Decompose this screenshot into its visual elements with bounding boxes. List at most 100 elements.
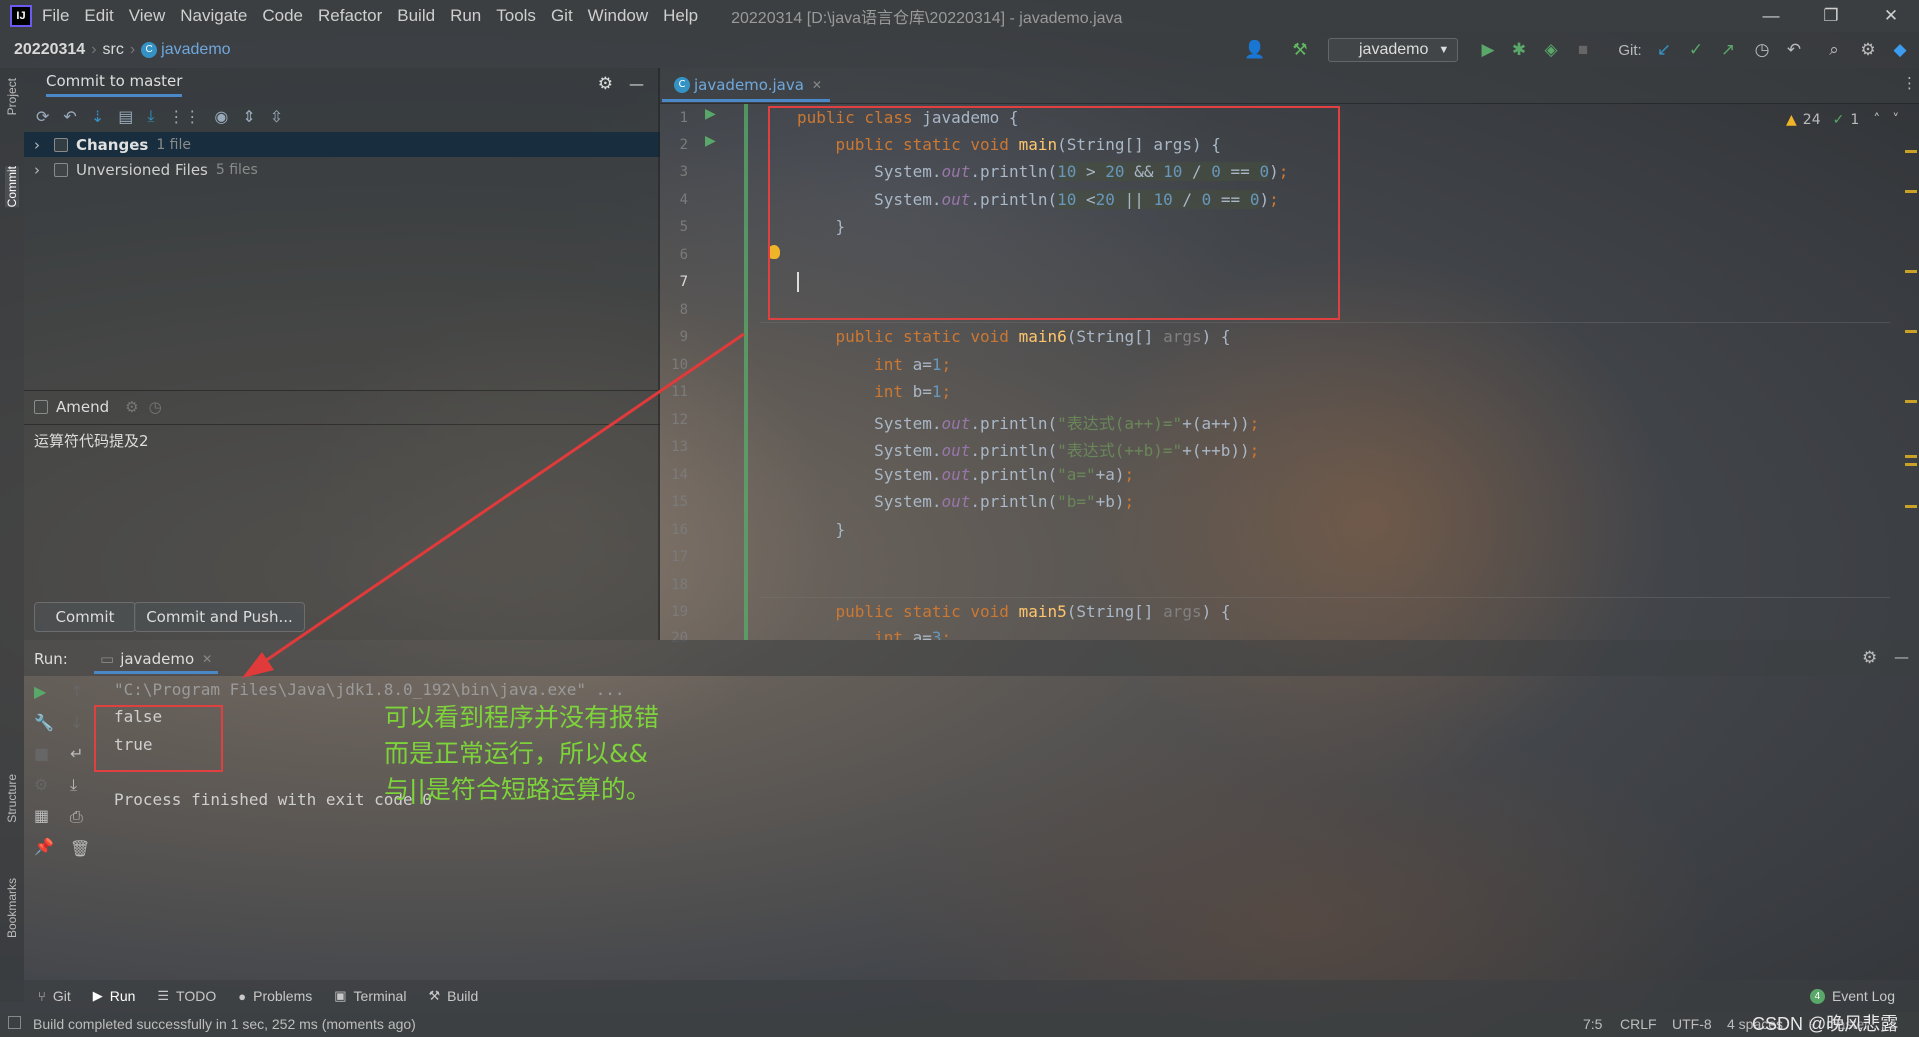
layout-icon[interactable]: ▦: [34, 806, 54, 825]
collapse-all-icon[interactable]: ⇳: [270, 107, 283, 126]
changes-checkbox[interactable]: [54, 137, 68, 152]
commit-and-push-button[interactable]: Commit and Push...: [134, 602, 305, 632]
history-icon[interactable]: ◷: [1750, 38, 1774, 62]
stop-icon[interactable]: ■: [1570, 38, 1596, 62]
expand-all-icon[interactable]: ⇕: [242, 107, 255, 126]
gear-icon[interactable]: ⚙: [598, 74, 613, 94]
unversioned-checkbox[interactable]: [54, 162, 68, 177]
restore-layout-icon[interactable]: ⚙: [34, 775, 54, 794]
commit-tool-tab[interactable]: Commit: [5, 166, 19, 208]
menu-edit[interactable]: Edit: [84, 6, 113, 26]
more-tabs-icon[interactable]: ⋮: [1902, 74, 1917, 92]
close-tab-icon[interactable]: ✕: [202, 652, 212, 666]
changes-node[interactable]: › Changes 1 file: [24, 132, 660, 157]
search-icon[interactable]: ⌕: [1822, 38, 1846, 62]
down-arrow-icon[interactable]: ↓: [70, 713, 90, 732]
coverage-icon[interactable]: ◈: [1538, 38, 1564, 62]
shelve-icon[interactable]: ⤓: [147, 106, 154, 126]
pin-icon[interactable]: 📌: [34, 837, 54, 856]
rollback-icon[interactable]: ↶: [63, 107, 76, 126]
run-tool-button[interactable]: ▶ Run: [93, 988, 136, 1004]
git-commit-icon[interactable]: ✓: [1684, 38, 1708, 62]
gear-icon[interactable]: ⚙: [1862, 648, 1877, 668]
menu-run[interactable]: Run: [450, 6, 481, 26]
event-log-button[interactable]: 4 Event Log: [1809, 988, 1895, 1004]
chevron-right-icon[interactable]: ›: [34, 136, 40, 154]
refresh-icon[interactable]: ⟳: [36, 107, 49, 126]
menu-git[interactable]: Git: [551, 6, 573, 26]
debug-icon[interactable]: ✱: [1506, 38, 1532, 62]
user-icon[interactable]: 👤: [1238, 38, 1272, 62]
code-line[interactable]: public static void main5(String[] args) …: [797, 602, 1231, 621]
unversioned-files-node[interactable]: › Unversioned Files 5 files: [24, 157, 660, 182]
run-config-select[interactable]: javademo ▼: [1328, 38, 1458, 62]
amend-label[interactable]: Amend: [56, 398, 109, 416]
menu-code[interactable]: Code: [262, 6, 303, 26]
run-gutter-icon[interactable]: ▶: [705, 106, 716, 122]
code-line[interactable]: public static void main6(String[] args) …: [797, 327, 1231, 346]
gear-icon[interactable]: ⚙: [125, 398, 138, 416]
view-options-icon[interactable]: ◉: [214, 107, 228, 126]
panel-toggle-icon[interactable]: [8, 1016, 21, 1029]
editor-tab-javademo[interactable]: C javademo.java ✕: [662, 70, 830, 102]
close-tab-icon[interactable]: ✕: [812, 78, 822, 92]
print-icon[interactable]: ⎙: [70, 807, 90, 827]
update-icon[interactable]: ⇣: [91, 107, 104, 126]
stop-icon[interactable]: ■: [34, 744, 54, 763]
code-line[interactable]: int a=3;: [797, 628, 951, 640]
breadcrumb-folder[interactable]: src: [103, 41, 124, 59]
menu-build[interactable]: Build: [397, 6, 435, 26]
code-line[interactable]: System.out.println("表达式(++b)="+(++b));: [797, 437, 1259, 461]
caret-position[interactable]: 7:5: [1583, 1016, 1602, 1032]
wrench-icon[interactable]: 🔧: [34, 713, 54, 732]
breadcrumb-project[interactable]: 20220314: [14, 41, 85, 59]
code-line[interactable]: System.out.println("a="+a);: [797, 465, 1134, 484]
previous-highlight-icon[interactable]: ˄: [1873, 112, 1880, 128]
commit-button[interactable]: Commit: [34, 602, 136, 632]
minimize-icon[interactable]: —: [1748, 0, 1794, 32]
commit-to-master-tab[interactable]: Commit to master: [46, 72, 183, 97]
build-tool-button[interactable]: ⚒ Build: [428, 988, 478, 1004]
problems-tool-button[interactable]: ● Problems: [238, 988, 312, 1004]
restore-icon[interactable]: ❐: [1808, 0, 1854, 32]
file-encoding[interactable]: UTF-8: [1672, 1016, 1712, 1032]
menu-tools[interactable]: Tools: [496, 6, 536, 26]
diff-icon[interactable]: ▤: [118, 107, 133, 126]
up-arrow-icon[interactable]: ↑: [70, 682, 90, 701]
bookmarks-tool-tab[interactable]: Bookmarks: [5, 878, 19, 938]
menu-file[interactable]: File: [42, 6, 69, 26]
next-highlight-icon[interactable]: ˅: [1892, 112, 1899, 128]
build-hammer-icon[interactable]: ⚒: [1286, 38, 1314, 62]
rerun-icon[interactable]: ▶: [34, 682, 54, 701]
run-tab-javademo[interactable]: ▭ javademo ✕: [94, 646, 219, 674]
line-separator[interactable]: CRLF: [1620, 1016, 1657, 1032]
commit-message-input[interactable]: 运算符代码提及2: [34, 430, 149, 451]
scroll-to-end-icon[interactable]: ⤓: [70, 775, 90, 795]
soft-wrap-icon[interactable]: ↵: [70, 744, 90, 763]
code-line[interactable]: System.out.println("b="+b);: [797, 492, 1134, 511]
group-by-icon[interactable]: ⋮⋮: [168, 107, 200, 126]
hide-panel-icon[interactable]: —: [629, 75, 644, 93]
run-gutter-icon[interactable]: ▶: [705, 133, 716, 149]
structure-tool-tab[interactable]: Structure: [5, 774, 19, 823]
menu-navigate[interactable]: Navigate: [180, 6, 247, 26]
trash-icon[interactable]: 🗑: [70, 839, 90, 858]
inspection-widget[interactable]: ▲ 24 ✓ 1 ˄ ˅: [1786, 112, 1899, 128]
close-icon[interactable]: ✕: [1868, 0, 1914, 32]
jetbrains-toolbox-icon[interactable]: ◆: [1888, 38, 1912, 62]
project-tool-tab[interactable]: Project: [5, 78, 19, 115]
code-line[interactable]: int b=1;: [797, 382, 951, 401]
code-line[interactable]: System.out.println("表达式(a++)="+(a++));: [797, 410, 1259, 434]
settings-gear-icon[interactable]: ⚙: [1856, 38, 1880, 62]
menu-window[interactable]: Window: [588, 6, 648, 26]
breadcrumb-file[interactable]: javademo: [161, 41, 230, 59]
code-line[interactable]: int a=1;: [797, 355, 951, 374]
menu-help[interactable]: Help: [663, 6, 698, 26]
terminal-tool-button[interactable]: ▣ Terminal: [334, 988, 406, 1004]
git-update-icon[interactable]: ↙: [1652, 38, 1676, 62]
menu-refactor[interactable]: Refactor: [318, 6, 382, 26]
git-push-icon[interactable]: ↗: [1716, 38, 1740, 62]
git-tool-button[interactable]: ⑂ Git: [38, 988, 71, 1004]
code-line[interactable]: }: [797, 520, 846, 539]
todo-tool-button[interactable]: ☰ TODO: [157, 988, 216, 1004]
